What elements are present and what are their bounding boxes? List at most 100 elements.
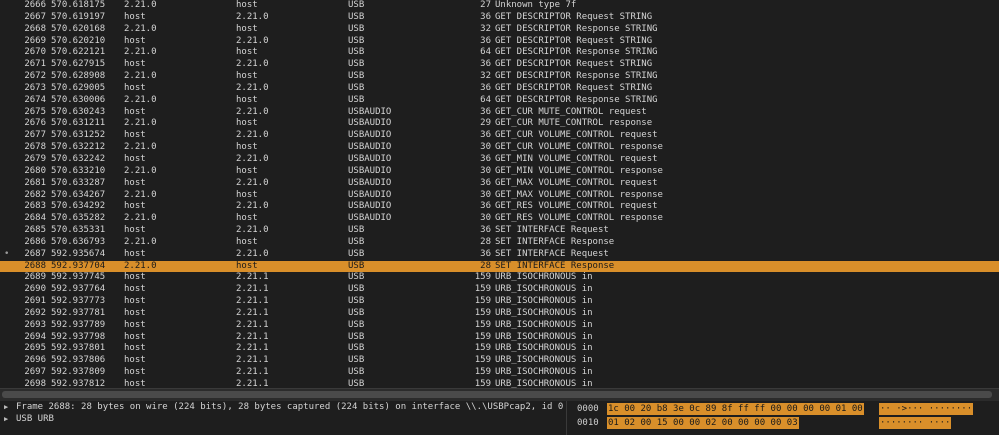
packet-info: GET DESCRIPTOR Request STRING	[495, 35, 653, 46]
horizontal-scrollbar[interactable]	[0, 388, 999, 401]
packet-number: 2676	[24, 118, 46, 129]
packet-row[interactable]: 2685 570.635331 host 2.21.0 USB 36 SET INTERFA…	[0, 225, 999, 237]
packet-number: 2691	[24, 296, 46, 307]
packet-source: host	[124, 59, 146, 70]
packet-row[interactable]: 2670 570.622121 2.21.0 host USB 64 GET DESCRIP…	[0, 47, 999, 59]
expand-arrow-icon[interactable]: ▶	[4, 413, 8, 425]
bytes-hex[interactable]: 01 02 00 15 00 00 02 00 00 00 00 03	[607, 417, 799, 429]
packet-source: host	[124, 130, 146, 141]
packet-row[interactable]: 2669 570.620210 host 2.21.0 USB 36 GET DESCRIP…	[0, 36, 999, 48]
packet-row[interactable]: 2674 570.630006 2.21.0 host USB 64 GET DESCRIP…	[0, 95, 999, 107]
bytes-hex[interactable]: 1c 00 20 b8 3e 0c 89 8f ff ff 00 00 00 0…	[607, 403, 864, 415]
packet-row[interactable]: 2695 592.937801 host 2.21.1 USB 159 URB_ISOCHR…	[0, 343, 999, 355]
packet-row[interactable]: 2675 570.630243 host 2.21.0 USBAUDIO 36 GET_CU…	[0, 107, 999, 119]
packet-row[interactable]: • 2687 592.935674 host 2.21.0 USB 36 SET INTERF…	[0, 249, 999, 261]
packet-number: 2675	[24, 106, 46, 117]
packet-row[interactable]: 2677 570.631252 host 2.21.0 USBAUDIO 36 GET_CU…	[0, 130, 999, 142]
packet-time: 570.630006	[51, 94, 106, 105]
packet-protocol: USB	[348, 272, 365, 283]
packet-row[interactable]: 2694 592.937798 host 2.21.1 USB 159 URB_ISOCHR…	[0, 332, 999, 344]
packet-number: 2692	[24, 307, 46, 318]
packet-info: URB_ISOCHRONOUS in	[495, 296, 593, 307]
packet-row[interactable]: 2672 570.628908 2.21.0 host USB 32 GET DESCRIP…	[0, 71, 999, 83]
detail-text: Frame 2688: 28 bytes on wire (224 bits),…	[16, 402, 564, 412]
bytes-offset[interactable]: 0010	[577, 417, 599, 429]
packet-row[interactable]: 2690 592.937764 host 2.21.1 USB 159 URB_ISOCHR…	[0, 284, 999, 296]
packet-row[interactable]: 2692 592.937781 host 2.21.1 USB 159 URB_ISOCHR…	[0, 308, 999, 320]
packet-info: GET_CUR VOLUME_CONTROL response	[495, 142, 663, 153]
packet-length: 159	[474, 284, 491, 295]
packet-time: 570.628908	[51, 71, 106, 82]
packet-length: 30	[480, 189, 491, 200]
packet-time: 570.619197	[51, 11, 106, 22]
packet-row-selected[interactable]: 2688 592.937704 2.21.0 host USB 28 SET INTERFA…	[0, 260, 999, 273]
packet-row[interactable]: 2676 570.631211 2.21.0 host USBAUDIO 29 GET_CU…	[0, 118, 999, 130]
packet-row[interactable]: 2689 592.937745 host 2.21.1 USB 159 URB_ISOCHR…	[0, 272, 999, 284]
packet-time: 570.632212	[51, 142, 106, 153]
packet-row[interactable]: 2678 570.632212 2.21.0 host USBAUDIO 30 GET_CU…	[0, 142, 999, 154]
packet-row[interactable]: 2693 592.937789 host 2.21.1 USB 159 URB_ISOCHR…	[0, 320, 999, 332]
packet-row[interactable]: 2667 570.619197 host 2.21.0 USB 36 GET DESCRIP…	[0, 12, 999, 24]
packet-info: URB_ISOCHRONOUS in	[495, 284, 593, 295]
bytes-offset[interactable]: 0000	[577, 403, 599, 415]
packet-number: 2684	[24, 213, 46, 224]
packet-length: 28	[480, 236, 491, 247]
packet-row[interactable]: 2684 570.635282 2.21.0 host USBAUDIO 30 GET_RE…	[0, 213, 999, 225]
packet-source: host	[124, 272, 146, 283]
packet-info: GET DESCRIPTOR Request STRING	[495, 59, 653, 70]
packet-protocol: USB	[348, 23, 365, 34]
packet-row[interactable]: 2686 570.636793 2.21.0 host USB 28 SET INTERFA…	[0, 237, 999, 249]
packet-time: 592.937812	[51, 379, 106, 388]
packet-protocol: USBAUDIO	[348, 177, 392, 188]
packet-row[interactable]: 2671 570.627915 host 2.21.0 USB 36 GET DESCRIP…	[0, 59, 999, 71]
packet-row[interactable]: 2697 592.937809 host 2.21.1 USB 159 URB_ISOCHR…	[0, 367, 999, 379]
packet-time: 592.937801	[51, 343, 106, 354]
packet-row[interactable]: 2683 570.634292 host 2.21.0 USBAUDIO 36 GET_RE…	[0, 201, 999, 213]
packet-row[interactable]: 2682 570.634267 2.21.0 host USBAUDIO 30 GET_MA…	[0, 190, 999, 202]
expand-arrow-icon[interactable]: ▶	[4, 401, 8, 413]
packet-source: host	[124, 82, 146, 93]
packet-info: SET INTERFACE Request	[495, 248, 609, 259]
packet-number: 2682	[24, 189, 46, 200]
packet-length: 36	[480, 106, 491, 117]
detail-text: USB URB	[16, 414, 54, 424]
packet-info: GET_CUR MUTE_CONTROL request	[495, 106, 647, 117]
packet-row[interactable]: 2691 592.937773 host 2.21.1 USB 159 URB_ISOCHR…	[0, 296, 999, 308]
packet-row[interactable]: 2680 570.633210 2.21.0 host USBAUDIO 30 GET_MI…	[0, 166, 999, 178]
packet-length: 30	[480, 142, 491, 153]
packet-time: 592.937745	[51, 272, 106, 283]
packet-info: GET_MAX VOLUME_CONTROL request	[495, 177, 658, 188]
packet-row[interactable]: 2698 592.937812 host 2.21.1 USB 159 URB_ISOCHR…	[0, 379, 999, 388]
packet-row[interactable]: 2668 570.620168 2.21.0 host USB 32 GET DESCRIP…	[0, 24, 999, 36]
packet-protocol: USB	[348, 94, 365, 105]
bytes-ascii[interactable]: ········ ····	[879, 417, 952, 429]
packet-destination: 2.21.1	[236, 307, 269, 318]
packet-source: host	[124, 284, 146, 295]
packet-time: 592.937809	[51, 367, 106, 378]
packet-info: GET DESCRIPTOR Response STRING	[495, 47, 658, 58]
packet-source: host	[124, 296, 146, 307]
packet-destination: host	[236, 94, 258, 105]
packet-row[interactable]: 2681 570.633287 host 2.21.0 USBAUDIO 36 GET_MA…	[0, 178, 999, 190]
packet-length: 159	[474, 355, 491, 366]
packet-row[interactable]: 2696 592.937806 host 2.21.1 USB 159 URB_ISOCHR…	[0, 355, 999, 367]
packet-time: 592.937781	[51, 307, 106, 318]
packet-number: 2694	[24, 331, 46, 342]
packet-destination: 2.21.1	[236, 272, 269, 283]
packet-details-pane[interactable]: ▶ Frame 2688: 28 bytes on wire (224 bits)…	[0, 401, 566, 435]
detail-tree-item[interactable]: ▶ USB URB	[0, 413, 566, 425]
scrollbar-thumb[interactable]	[2, 391, 992, 398]
packet-bytes-pane[interactable]: 0000 1c 00 20 b8 3e 0c 89 8f ff ff 00 00 …	[567, 401, 999, 435]
packet-info: GET DESCRIPTOR Response STRING	[495, 94, 658, 105]
packet-time: 592.937806	[51, 355, 106, 366]
packet-row[interactable]: 2679 570.632242 host 2.21.0 USBAUDIO 36 GET_MI…	[0, 154, 999, 166]
packet-row[interactable]: 2673 570.629005 host 2.21.0 USB 36 GET DESCRIP…	[0, 83, 999, 95]
packet-time: 570.631252	[51, 130, 106, 141]
packet-list[interactable]: 2666 570.618175 2.21.0 host USB 27 Unknown typ…	[0, 0, 999, 388]
bytes-ascii[interactable]: ·· ·>··· ········	[879, 403, 974, 415]
packet-source: host	[124, 248, 146, 259]
packet-row[interactable]: 2666 570.618175 2.21.0 host USB 27 Unknown typ…	[0, 0, 999, 12]
packet-time: 592.937704	[51, 260, 106, 271]
packet-destination: 2.21.0	[236, 177, 269, 188]
detail-tree-item[interactable]: ▶ Frame 2688: 28 bytes on wire (224 bits)…	[0, 401, 566, 413]
